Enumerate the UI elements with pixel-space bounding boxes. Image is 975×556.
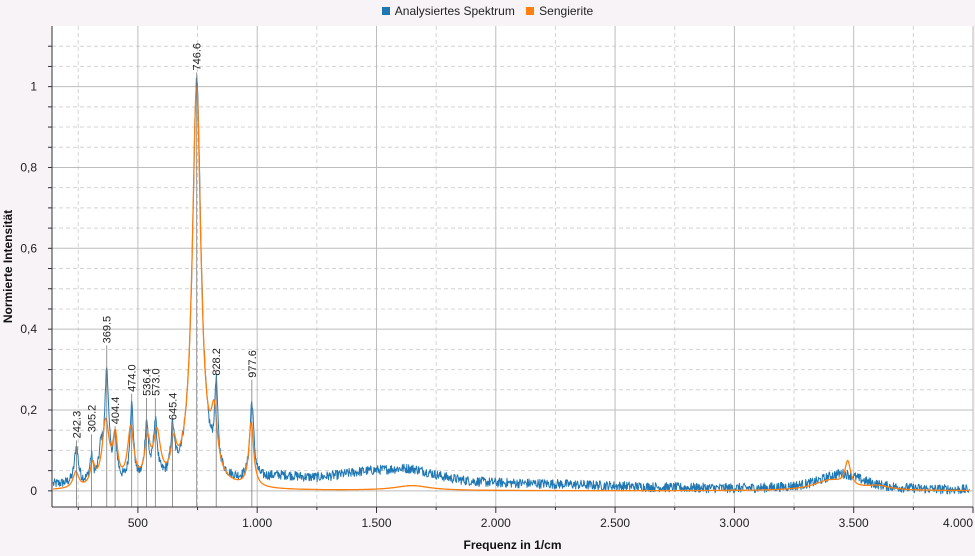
legend-swatch-spectrum (381, 7, 390, 15)
peak-label: 242.3 (71, 411, 83, 439)
x-tick-label: 3.500 (839, 516, 869, 530)
y-tick-label: 0 (30, 484, 37, 498)
x-tick-label: 500 (128, 516, 148, 530)
y-tick-label: 0,6 (20, 241, 37, 255)
x-axis-ticks: 500 1.000 1.500 2.000 2.500 3.000 3.500 4.000 (77, 507, 974, 530)
peak-label: 573.0 (150, 368, 162, 396)
x-tick-label: 1.000 (242, 516, 272, 530)
y-tick-label: 0,4 (20, 322, 37, 336)
plot-area (52, 26, 973, 507)
peak-label: 404.4 (110, 397, 122, 425)
y-tick-label: 0,2 (20, 403, 37, 417)
y-tick-label: 0,8 (20, 160, 37, 174)
y-axis-title: Normierte Intensität (1, 210, 15, 323)
peak-label: 645.4 (168, 393, 180, 421)
legend-label-spectrum: Analysiertes Spektrum (394, 4, 515, 18)
x-tick-label: 2.500 (600, 516, 630, 530)
x-axis-title: Frequenz in 1/cm (463, 538, 561, 551)
peak-label: 977.6 (247, 350, 259, 378)
legend-item-reference[interactable]: Sengierite (526, 4, 593, 18)
chart-legend: Analysiertes Spektrum Sengierite (0, 4, 975, 18)
x-tick-label: 2.000 (481, 516, 511, 530)
peak-label: 746.6 (192, 43, 204, 71)
y-axis-ticks: 0 0,2 0,4 0,6 0,8 1 (20, 45, 52, 498)
peak-label: 474.0 (127, 364, 139, 392)
x-tick-label: 1.500 (361, 516, 391, 530)
chart-root: Analysiertes Spektrum Sengierite 242.3 30… (0, 0, 975, 552)
legend-label-reference: Sengierite (539, 4, 594, 18)
peak-label: 369.5 (102, 316, 114, 344)
spectrum-chart: 242.3 305.2369.5404.4474.0 536.4573.0645.4… (1, 26, 974, 552)
legend-item-spectrum[interactable]: Analysiertes Spektrum (381, 4, 515, 18)
peak-label: 305.2 (86, 405, 98, 433)
x-tick-label: 4.000 (943, 516, 973, 530)
x-tick-label: 3.000 (719, 516, 749, 530)
legend-swatch-reference (526, 7, 535, 15)
peak-label: 828.2 (211, 348, 223, 376)
y-tick-label: 1 (30, 80, 37, 94)
